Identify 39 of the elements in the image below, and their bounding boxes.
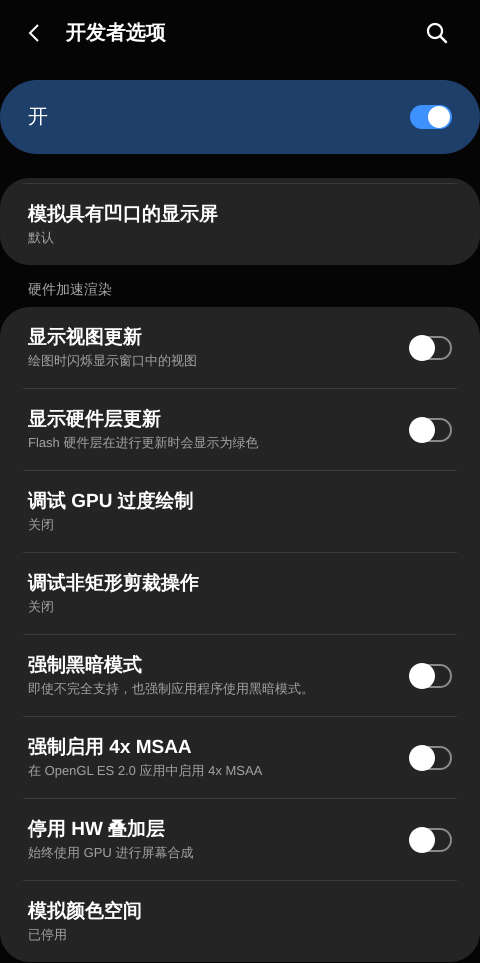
setting-description: 即使不完全支持，也强制应用程序使用黑暗模式。 [28, 680, 315, 698]
setting-title: 调试非矩形剪裁操作 [28, 572, 200, 596]
toggle-switch[interactable] [410, 336, 452, 360]
setting-description: 默认 [28, 228, 55, 246]
setting-title: 调试 GPU 过度绘制 [28, 490, 195, 514]
setting-description: 始终使用 GPU 进行屏幕合成 [28, 844, 194, 862]
page-title: 开发者选项 [66, 21, 167, 46]
settings-row[interactable]: 强制黑暗模式 即使不完全支持，也强制应用程序使用黑暗模式。 [0, 635, 480, 716]
setting-description: Flash 硬件层在进行更新时会显示为绿色 [28, 434, 260, 452]
setting-title: 强制启用 4x MSAA [28, 736, 193, 760]
setting-description: 在 OpenGL ES 2.0 应用中启用 4x MSAA [28, 762, 264, 780]
section-header: 硬件加速渲染 [27, 281, 113, 298]
setting-title: 显示视图更新 [28, 326, 143, 350]
setting-description: 绘图时闪烁显示窗口中的视图 [28, 352, 198, 370]
setting-title: 停用 HW 叠加层 [28, 818, 166, 842]
search-icon[interactable] [426, 22, 448, 44]
master-switch-bar[interactable]: 开 [0, 80, 480, 154]
toggle-switch[interactable] [410, 828, 452, 852]
back-icon[interactable] [28, 23, 40, 43]
toggle-switch[interactable] [410, 418, 452, 442]
setting-title: 强制黑暗模式 [28, 654, 143, 678]
settings-row[interactable]: 调试非矩形剪裁操作 关闭 [0, 553, 480, 634]
setting-title: 显示硬件层更新 [28, 408, 162, 432]
setting-description: 关闭 [28, 598, 55, 616]
toggle-switch[interactable] [410, 746, 452, 770]
settings-row[interactable]: 调试 GPU 过度绘制 关闭 [0, 471, 480, 552]
master-switch-label: 开 [28, 105, 49, 130]
settings-row[interactable]: 显示硬件层更新 Flash 硬件层在进行更新时会显示为绿色 [0, 389, 480, 470]
setting-title: 模拟具有凹口的显示屏 [28, 202, 219, 226]
toggle-switch[interactable] [410, 664, 452, 688]
settings-row[interactable]: 停用 HW 叠加层 始终使用 GPU 进行屏幕合成 [0, 799, 480, 880]
setting-description: 已停用 [28, 926, 68, 944]
setting-description: 关闭 [28, 516, 55, 534]
toggle-switch[interactable] [410, 105, 452, 129]
settings-row[interactable]: 显示视图更新 绘图时闪烁显示窗口中的视图 [0, 307, 480, 388]
settings-row[interactable]: 强制启用 4x MSAA 在 OpenGL ES 2.0 应用中启用 4x MSAA [0, 717, 480, 798]
setting-title: 模拟颜色空间 [28, 900, 143, 924]
settings-row[interactable]: 模拟具有凹口的显示屏 默认 [0, 184, 480, 265]
settings-row[interactable]: 模拟颜色空间 已停用 [0, 881, 480, 962]
